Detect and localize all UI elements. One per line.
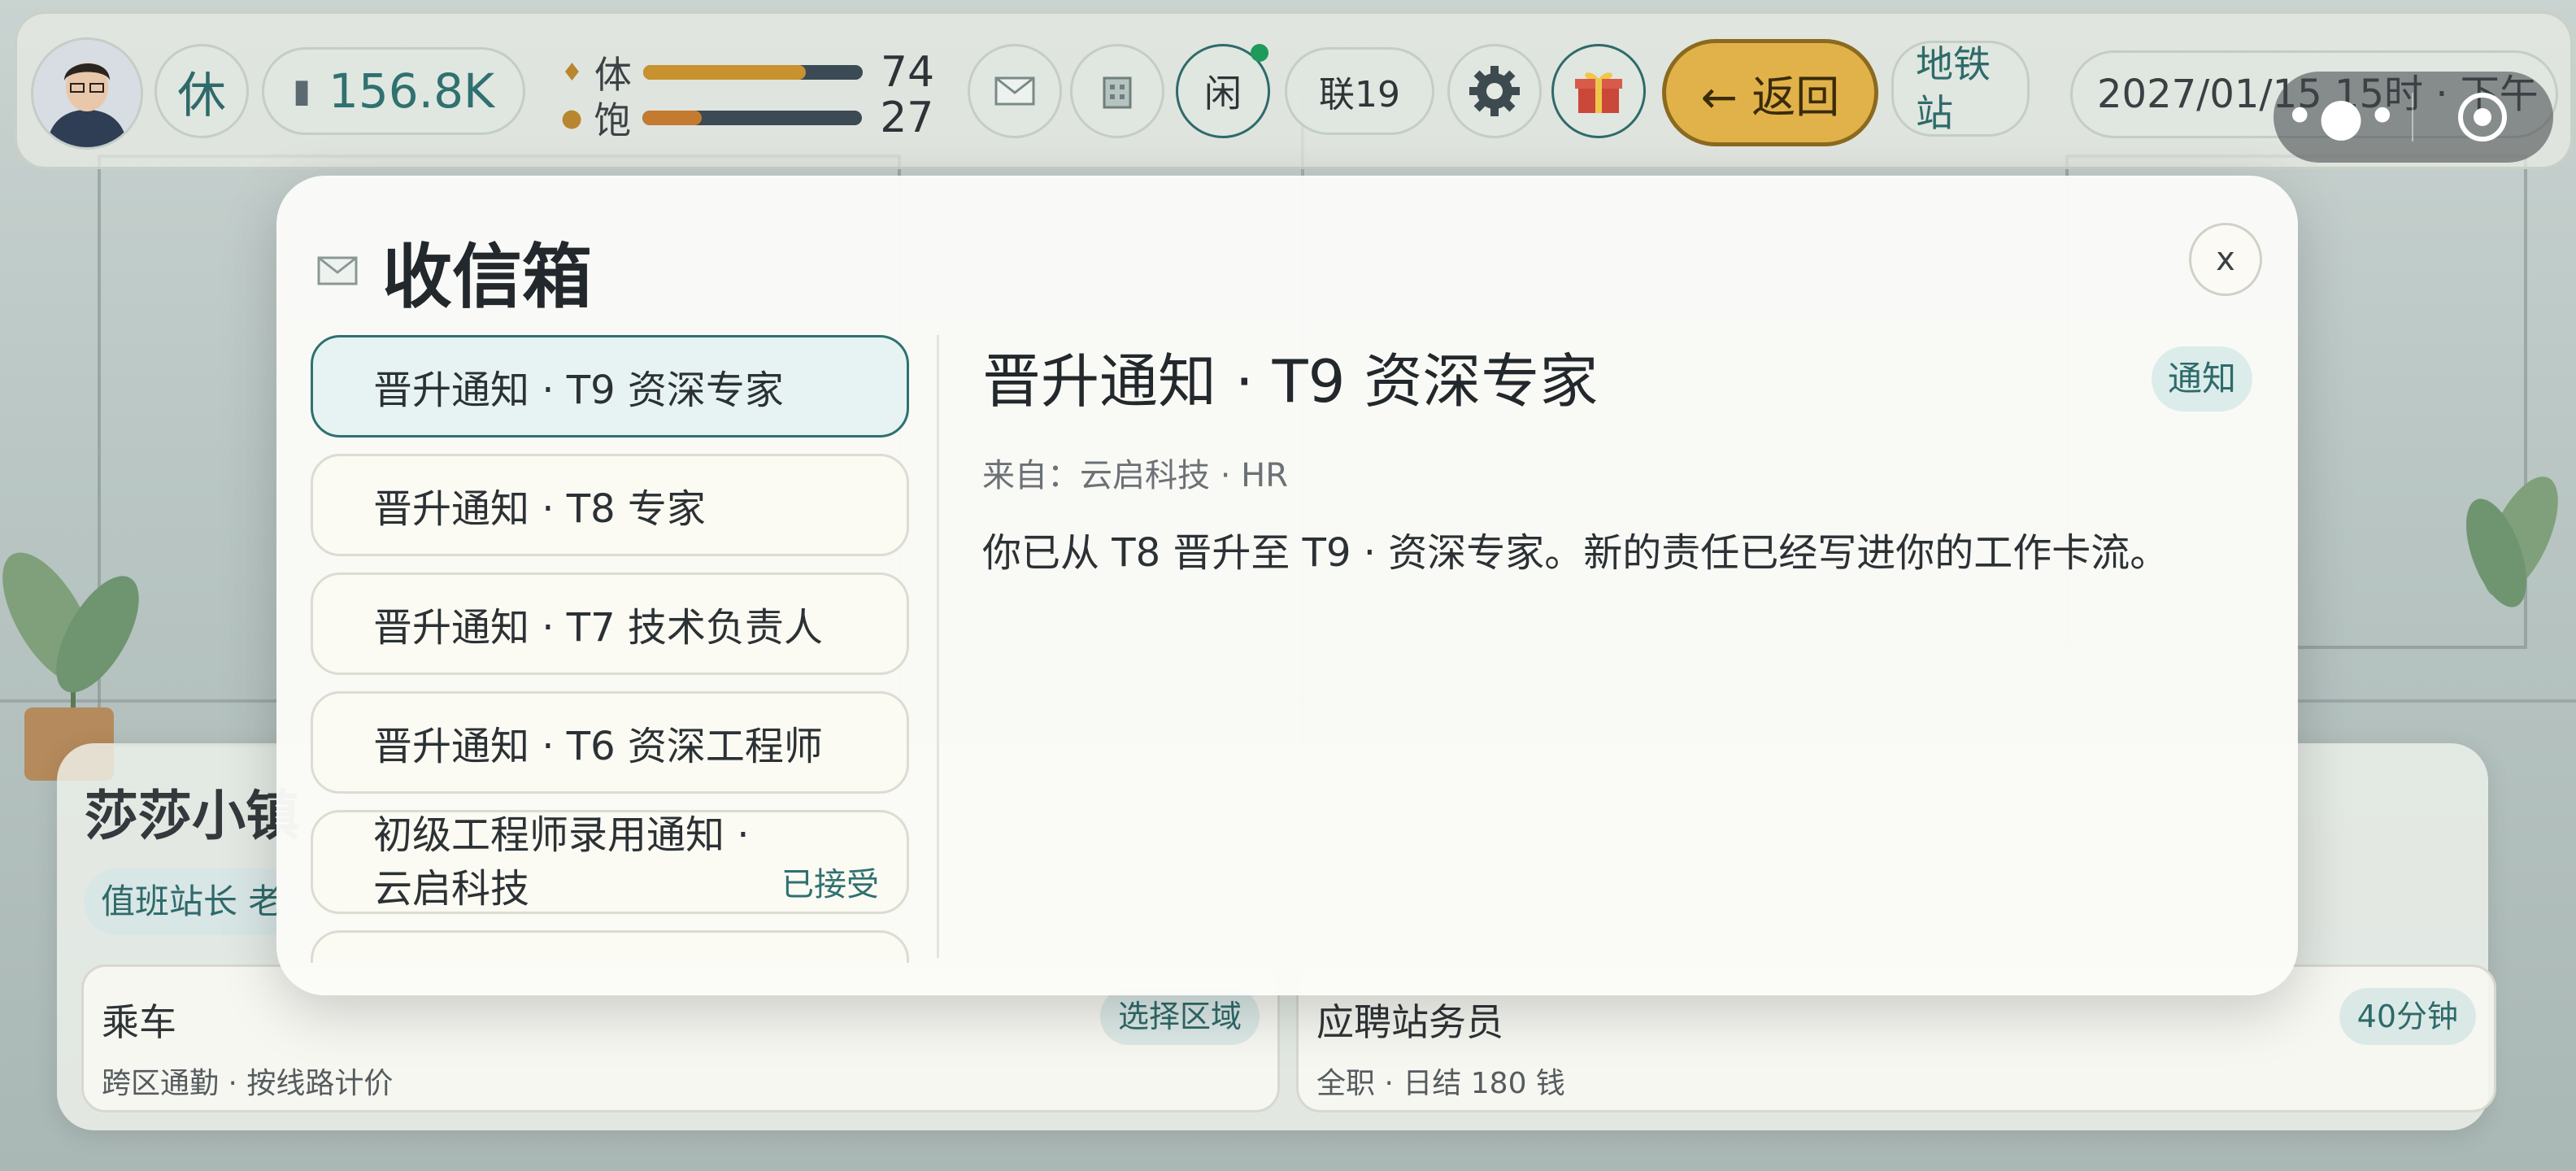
message-body: 你已从 T8 晋升至 T9 · 资深专家。新的责任已经写进你的工作卡流。 (982, 530, 2169, 576)
station-role-chip[interactable]: 值班站长 老 (85, 868, 299, 935)
contacts-button[interactable]: 联19 (1285, 47, 1434, 135)
plant-illustration (2466, 477, 2558, 607)
inbox-modal: 收信箱 x 晋升通知 · T9 资深专家 晋升通知 · T8 专家 晋升通知 ·… (276, 176, 2298, 995)
message-item[interactable]: 晋升通知 · T7 技术负责人 (311, 572, 909, 675)
message-item-active[interactable]: 晋升通知 · T9 资深专家 (311, 335, 909, 437)
money-value: 156.8K (328, 63, 495, 119)
location-button[interactable]: 地铁站 (1891, 41, 2030, 137)
close-button[interactable]: x (2189, 223, 2262, 296)
station-name: 莎莎小镇 (85, 785, 299, 847)
hunger-bar (642, 111, 863, 125)
card-title: 乘车 (102, 1000, 176, 1044)
money-pill[interactable]: ▮ 156.8K (262, 47, 525, 135)
location-label: 地铁站 (1916, 42, 1991, 135)
online-dot-icon (1251, 44, 1268, 62)
settings-button[interactable] (1447, 44, 1542, 138)
envelope-icon (994, 76, 1035, 106)
wallet-icon: ▮ (292, 72, 311, 110)
card-subtitle: 全职 · 日结 180 钱 (1316, 1067, 1565, 1100)
hunger-bar-fill (642, 111, 703, 125)
stamina-bar-fill (642, 65, 806, 80)
miniprogram-capsule: •●• (2274, 72, 2553, 163)
message-list[interactable]: 晋升通知 · T9 资深专家 晋升通知 · T8 专家 晋升通知 · T7 技术… (311, 335, 909, 963)
hunger-label: 饱 (594, 98, 632, 142)
mail-button[interactable] (968, 44, 1062, 138)
stamina-bar (642, 65, 863, 80)
modal-header: 收信箱 (317, 220, 592, 321)
status-rest-button[interactable]: 休 (154, 44, 249, 138)
modal-title: 收信箱 (382, 237, 592, 318)
message-item[interactable]: 晋升通知 · T8 专家 (311, 454, 909, 556)
status-label: 休 (177, 67, 226, 124)
card-tag[interactable]: 选择区域 (1099, 988, 1260, 1045)
idle-label: 闲 (1204, 72, 1242, 115)
avatar-portrait-icon (33, 40, 141, 147)
message-item-title: 晋升通知 · T9 资深专家 (373, 368, 784, 413)
message-item[interactable]: 晋升通知 · T6 资深工程师 (311, 691, 909, 794)
envelope-icon (317, 256, 358, 285)
message-item-title: 晋升通知 · T8 专家 (373, 486, 706, 532)
accepted-badge: 已接受 (781, 866, 879, 903)
message-detail-title: 晋升通知 · T9 资深专家 (982, 347, 1599, 416)
message-item[interactable] (311, 930, 909, 963)
more-dots-icon[interactable]: •●• (2274, 76, 2412, 158)
card-subtitle: 跨区通勤 · 按线路计价 (102, 1067, 394, 1100)
building-icon (1103, 76, 1132, 109)
card-title: 应聘站务员 (1316, 1000, 1503, 1044)
gift-button[interactable] (1551, 44, 1646, 138)
message-item-title: 晋升通知 · T7 技术负责人 (373, 605, 823, 651)
stamina-icon: ♦ (561, 58, 583, 87)
close-miniprogram-button[interactable] (2413, 90, 2552, 144)
gift-icon (1575, 72, 1622, 113)
card-tag: 40分钟 (2339, 988, 2476, 1045)
pane-divider (937, 335, 939, 958)
gear-icon (1469, 66, 1520, 116)
building-button[interactable] (1070, 44, 1164, 138)
stamina-value: 74 (880, 48, 935, 97)
message-item[interactable]: 初级工程师录用通知 · 云启科技 已接受 (311, 810, 909, 914)
record-circle-icon (2458, 93, 2507, 141)
hunger-value: 27 (880, 94, 934, 142)
contacts-label: 联19 (1319, 74, 1400, 115)
message-item-title: 初级工程师录用通知 · 云启科技 (373, 812, 750, 912)
message-type-tag: 通知 (2152, 346, 2253, 411)
message-sender: 来自：云启科技 · HR (982, 457, 1289, 494)
avatar[interactable] (31, 37, 143, 150)
message-item-title: 晋升通知 · T6 资深工程师 (373, 724, 823, 769)
hunger-stat: ● 饱 27 (561, 91, 933, 145)
hunger-icon: ● (561, 103, 583, 133)
back-button[interactable]: ← 返回 (1662, 39, 1878, 146)
